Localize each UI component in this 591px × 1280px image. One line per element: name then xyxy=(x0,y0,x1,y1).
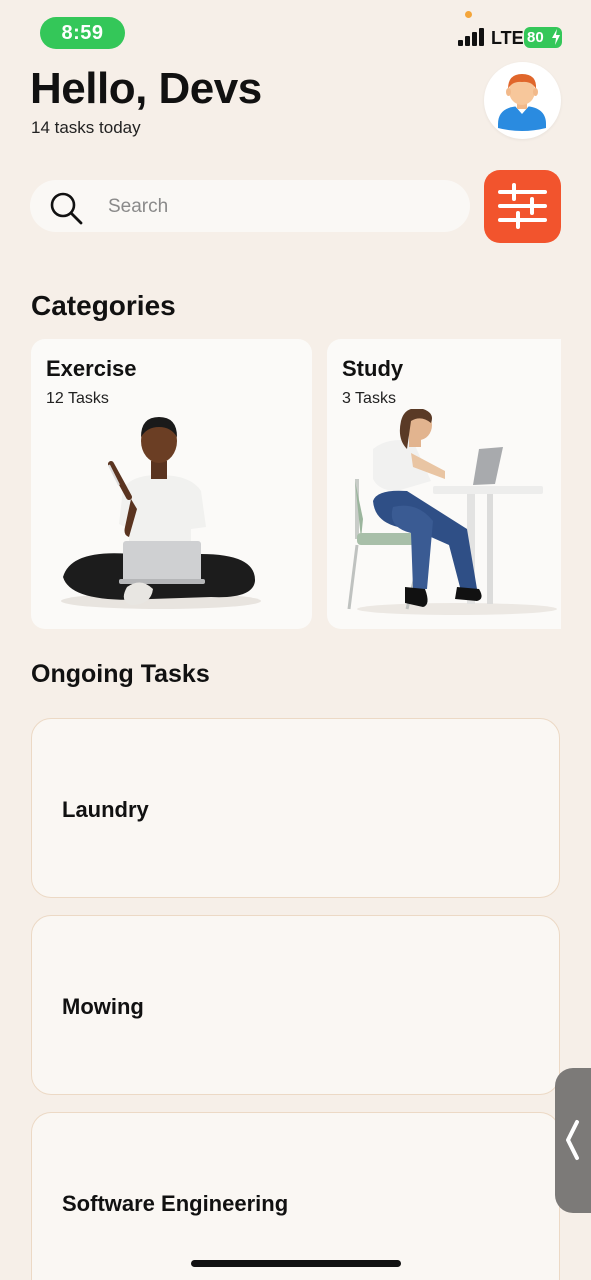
home-indicator[interactable] xyxy=(191,1260,401,1267)
search-bar[interactable] xyxy=(30,180,470,232)
task-title: Laundry xyxy=(62,797,149,822)
search-input[interactable]: Search xyxy=(108,196,168,218)
filter-button[interactable] xyxy=(484,170,561,243)
side-panel-handle[interactable] xyxy=(555,1068,591,1213)
status-bar: 8:59 LTE 80 xyxy=(0,0,591,60)
status-time: 8:59 xyxy=(40,17,125,49)
avatar-icon xyxy=(498,74,546,131)
category-name: Study xyxy=(342,356,404,381)
category-card-study[interactable]: Study 3 Tasks xyxy=(327,339,561,629)
task-card-software-engineering[interactable]: Software Engineering xyxy=(31,1112,560,1280)
task-title: Software Engineering xyxy=(62,1191,289,1216)
tasks-today-count: 14 tasks today xyxy=(31,118,141,137)
page-title: Hello, Devs xyxy=(30,64,262,113)
signal-icon xyxy=(458,28,486,46)
category-count: 12 Tasks xyxy=(46,390,109,407)
task-card-mowing[interactable]: Mowing xyxy=(31,915,560,1095)
exercise-illustration xyxy=(61,417,261,609)
study-illustration xyxy=(347,409,557,615)
privacy-indicator xyxy=(465,11,472,18)
category-count: 3 Tasks xyxy=(342,390,396,407)
battery-level: 80 xyxy=(527,29,544,46)
category-card-exercise[interactable]: Exercise 12 Tasks xyxy=(31,339,312,629)
category-name: Exercise xyxy=(46,356,137,381)
chevron-left-icon xyxy=(566,1120,579,1160)
ongoing-tasks-heading: Ongoing Tasks xyxy=(31,660,210,688)
battery-icon: 80 xyxy=(524,27,562,48)
filter-icon xyxy=(498,183,547,229)
search-icon[interactable] xyxy=(48,190,84,226)
categories-heading: Categories xyxy=(31,290,176,321)
task-card-laundry[interactable]: Laundry xyxy=(31,718,560,898)
avatar-button[interactable] xyxy=(484,62,561,139)
network-label: LTE xyxy=(491,28,524,48)
task-title: Mowing xyxy=(62,994,144,1019)
